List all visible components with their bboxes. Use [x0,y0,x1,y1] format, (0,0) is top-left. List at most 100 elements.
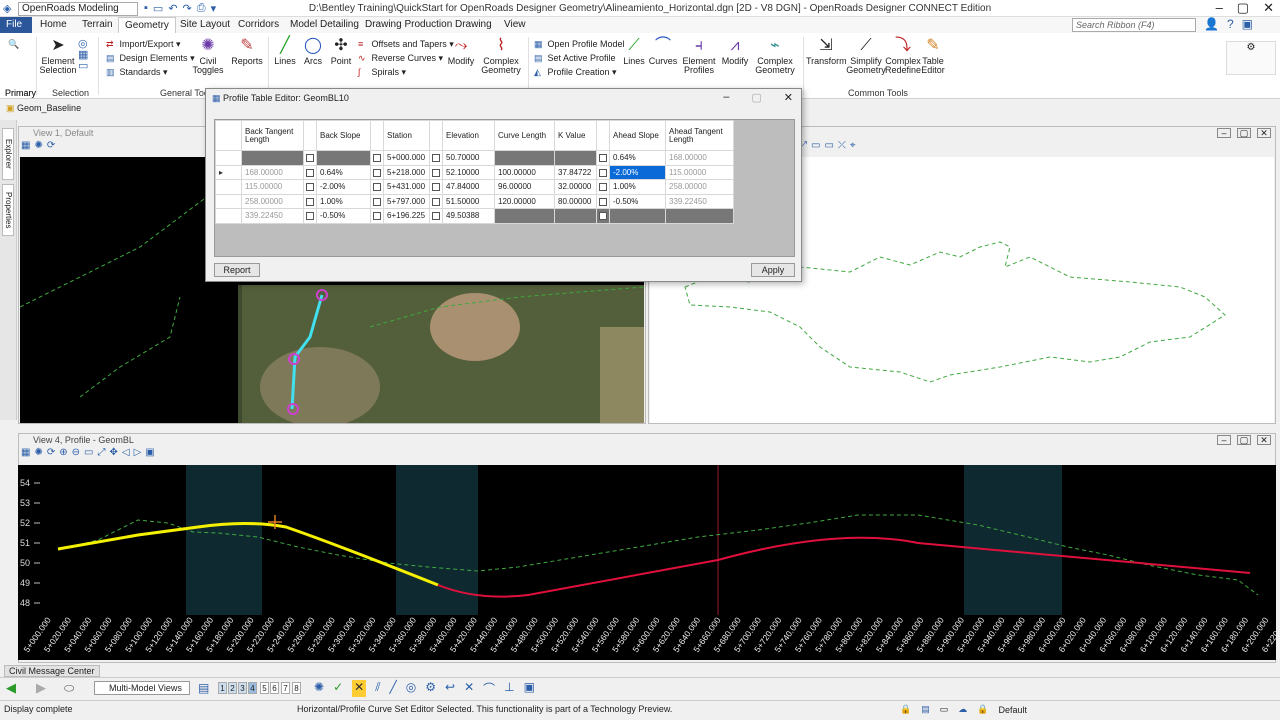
tab-file[interactable]: File [0,17,32,33]
undo-icon[interactable]: ↶ [168,2,177,16]
tab-drawing-production[interactable]: Drawing Production [359,17,458,33]
forward-icon[interactable]: ▶ [36,680,46,696]
reverse-curves-button[interactable]: ∿ Reverse Curves ▾ [358,53,443,64]
profile-complex-geometry-button[interactable]: ⌁ Complex Geometry [752,37,798,75]
table-row[interactable]: 339.22450 -0.50% 6+196.225 49.50388 [215,208,734,224]
view-close-icon[interactable]: ✕ [1257,435,1271,445]
window-area-icon[interactable]: ▭ [84,447,93,460]
row-header-current-icon[interactable]: ▸ [215,164,242,180]
cell-station[interactable]: 5+431.000 [383,179,430,195]
dropdown-icon[interactable]: ▾ [211,2,217,16]
profile-modify-button[interactable]: ⩘ Modify [720,37,750,66]
cell-k-value[interactable]: 80.00000 [554,193,597,209]
view-close-icon[interactable]: ✕ [1257,128,1271,138]
civil-toggles-button[interactable]: ✺ Civil Toggles [186,37,230,75]
cell-elevation[interactable]: 51.50000 [442,193,495,209]
window-area-icon[interactable]: ▭ [811,140,820,153]
row-header[interactable] [215,193,242,209]
row-header[interactable] [215,208,242,224]
lock-checkbox[interactable] [303,193,317,209]
cell-ahead-slope-selected[interactable]: -2.00% [609,164,666,180]
col-back-tangent-length[interactable]: Back Tangent Length [241,120,304,151]
view-toggle-3[interactable]: 3 [238,682,247,694]
col-ahead-slope[interactable]: Ahead Slope [609,120,666,151]
tab-model-detailing[interactable]: Model Detailing [284,17,365,33]
lock-checkbox[interactable] [370,179,384,195]
row-header[interactable] [215,150,242,166]
lock-checkbox[interactable] [596,150,610,166]
dialog-minimize-icon[interactable]: – [723,91,729,104]
active-model-indicator[interactable]: ▣ Geom_Baseline [6,100,206,116]
cell-station[interactable]: 5+000.000 [383,150,430,166]
selection-mode-icons[interactable]: ◎ ▦ ▭ [78,39,88,72]
minimize-icon[interactable]: – [1216,0,1223,16]
user-icon[interactable]: 👤 [1204,17,1219,31]
tab-terrain[interactable]: Terrain [76,17,119,33]
col-k-value[interactable]: K Value [554,120,597,151]
view-attributes-icon[interactable]: ▦ [21,140,30,153]
cell-ahead-slope[interactable]: 0.64% [609,150,666,166]
view-groups-icon[interactable]: ▤ [198,681,209,695]
tab-view[interactable]: View [498,17,532,33]
pan-icon[interactable]: ✥ [109,447,117,460]
back-icon[interactable]: ◀ [6,680,16,696]
cell-ahead-slope[interactable]: 1.00% [609,179,666,195]
active-level[interactable]: Default [998,705,1027,715]
view-toggle-1[interactable]: 1 [218,682,227,694]
tab-geometry[interactable]: Geometry [118,17,176,33]
arcs-button[interactable]: ◯ Arcs [300,37,326,66]
copy-view-icon[interactable]: ▣ [145,447,154,460]
dialog-maximize-icon[interactable]: ▢ [751,91,761,104]
snap-mode-icon[interactable]: ✓ [333,680,343,697]
level-icon[interactable]: ▤ [921,704,930,715]
lock-checkbox[interactable] [303,150,317,166]
snap-line-icon[interactable]: ╱ [390,680,397,697]
update-icon[interactable]: ⟳ [47,447,55,460]
cell-elevation[interactable]: 49.50388 [442,208,495,224]
help-icon[interactable]: ? [1227,17,1234,31]
close-icon[interactable]: ✕ [1263,0,1274,16]
padlock-icon[interactable]: 🔒 [977,704,988,715]
save-icon[interactable]: ▪ [144,2,148,16]
row-header[interactable] [215,179,242,195]
snap-nearest-icon[interactable]: ⫽ [375,680,380,697]
lock-checkbox[interactable] [596,193,610,209]
col-elevation[interactable]: Elevation [442,120,495,151]
cloud-icon[interactable]: ☁ [958,704,967,715]
snap-arc-icon[interactable]: ↩ [445,680,455,697]
col-ahead-tangent-length[interactable]: Ahead Tangent Length [665,120,734,151]
snap-settings-icon[interactable]: ⚙ [425,680,436,697]
lock-checkbox[interactable] [596,179,610,195]
apply-button[interactable]: Apply [751,263,795,277]
open-profile-model-button[interactable]: ▦ Open Profile Model [534,39,625,50]
cell-ahead-slope[interactable]: -0.50% [609,193,666,209]
reports-button[interactable]: ✎ Reports [228,37,266,66]
lock-checkbox[interactable] [429,150,443,166]
cell-elevation[interactable]: 52.10000 [442,164,495,180]
cell-back-slope[interactable]: -2.00% [316,179,371,195]
view-toggle-6[interactable]: 6 [270,682,279,694]
ribbon-search-input[interactable]: Search Ribbon (F4) [1072,18,1196,32]
dialog-close-icon[interactable]: ✕ [784,91,793,104]
simplify-geometry-button[interactable]: ⟋ Simplify Geometry [846,37,886,75]
cell-back-slope[interactable]: 1.00% [316,193,371,209]
display-style-icon[interactable]: ✺ [34,140,42,153]
table-row[interactable]: 258.00000 1.00% 5+797.000 51.50000 120.0… [215,193,734,209]
snap-cross-icon[interactable]: ✕ [464,680,474,697]
cell-back-slope[interactable]: -0.50% [316,208,371,224]
zoom-out-icon[interactable]: ⊖ [72,447,80,460]
display-style-icon[interactable]: ✺ [34,447,42,460]
search-icon[interactable]: 🔍 [8,39,19,50]
cell-k-value[interactable]: 37.84722 [554,164,597,180]
lock-checkbox[interactable] [303,208,317,224]
tab-site-layout[interactable]: Site Layout [174,17,236,33]
ribbon-side-widget[interactable]: ⚙ [1226,41,1276,75]
view-minimize-icon[interactable]: – [1217,128,1231,138]
civil-message-center-tab[interactable]: Civil Message Center [4,665,100,677]
lock-checkbox[interactable] [429,193,443,209]
profile-view-canvas[interactable]: 54535251504948 5+000.0005+020.0005+040.0… [18,465,1276,660]
lock-checkbox[interactable] [370,150,384,166]
cell-curve-length[interactable]: 120.00000 [494,193,555,209]
complex-geometry-button[interactable]: ⌇ Complex Geometry [478,37,524,75]
lock-checkbox[interactable] [596,208,610,224]
